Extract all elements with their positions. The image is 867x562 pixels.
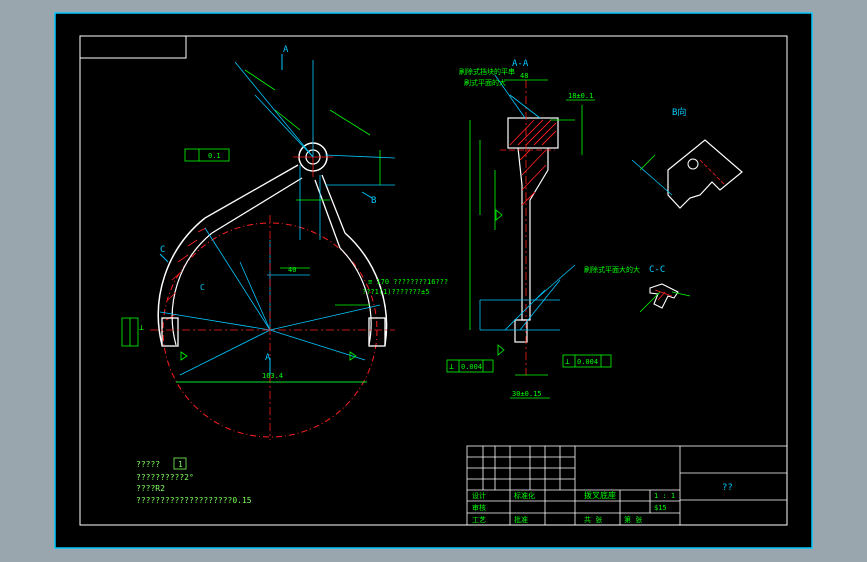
cad-viewport[interactable]: A A B C C 0.1 40 ⊥ ≡ 170 ????????16??? ?… (0, 0, 867, 562)
part-name: 拨叉底座 (584, 490, 616, 500)
view-c-dim-label: C (200, 283, 205, 292)
tolerance-value-main: 0.1 (208, 152, 221, 160)
aa-tol-right-symbol: ⊥ (565, 357, 570, 366)
dim-note-2: ???1(1)???????±5 (362, 288, 429, 296)
view-b-label: B向 (672, 106, 686, 118)
cc-label: C-C (649, 265, 665, 275)
scale-label: 1 : 1 (654, 492, 675, 500)
section-a-top-label: A (283, 45, 289, 55)
approve-label: 批准 (514, 515, 528, 524)
aa-dim-top: 48 (520, 72, 528, 80)
aa-tol-left-value: 0.004 (461, 363, 482, 371)
notes-line-4: ????????????????????0.15 (136, 496, 252, 505)
aa-note-top-1: 刷除式挡块的平串 (459, 67, 515, 76)
notes-line-3: ????R2 (136, 484, 165, 493)
craft-label: 工艺 (472, 516, 486, 524)
notes-line-2: ??????????2° (136, 473, 194, 482)
view-c-label: C (160, 245, 165, 255)
dim-bottom: 163.4 (262, 372, 283, 380)
aa-dim-side: 18±0.1 (568, 92, 593, 100)
designer-label: 设计 (472, 491, 486, 500)
drawing-canvas[interactable]: A A B C C 0.1 40 ⊥ ≡ 170 ????????16??? ?… (0, 0, 867, 562)
material: $15 (654, 504, 667, 512)
notes-title: ????? (136, 460, 160, 469)
aa-note-mid: 刷除式平面大的大 (584, 265, 640, 274)
sheet-total: 共 张 (584, 515, 602, 524)
aa-note-top-2: 刷式平面的大 (464, 78, 506, 87)
title-cell: ?? (722, 483, 733, 493)
aa-dim-bottom: 30±0.15 (512, 390, 542, 398)
aa-tol-right-value: 0.004 (577, 358, 598, 366)
dim-center: 40 (288, 266, 296, 274)
dim-note-1: ≡ 170 ????????16??? (368, 278, 448, 286)
notes-title-box-text: 1 (178, 460, 183, 469)
standard-label: 标准化 (514, 491, 535, 500)
sheet-number: 第 张 (624, 515, 642, 524)
view-b-label: B (371, 196, 376, 206)
dim-left-symbol: ⊥ (139, 323, 144, 332)
checker-label: 审核 (472, 503, 486, 512)
section-a-bottom-label: A (265, 353, 271, 363)
aa-tol-left-symbol: ⊥ (449, 362, 454, 371)
